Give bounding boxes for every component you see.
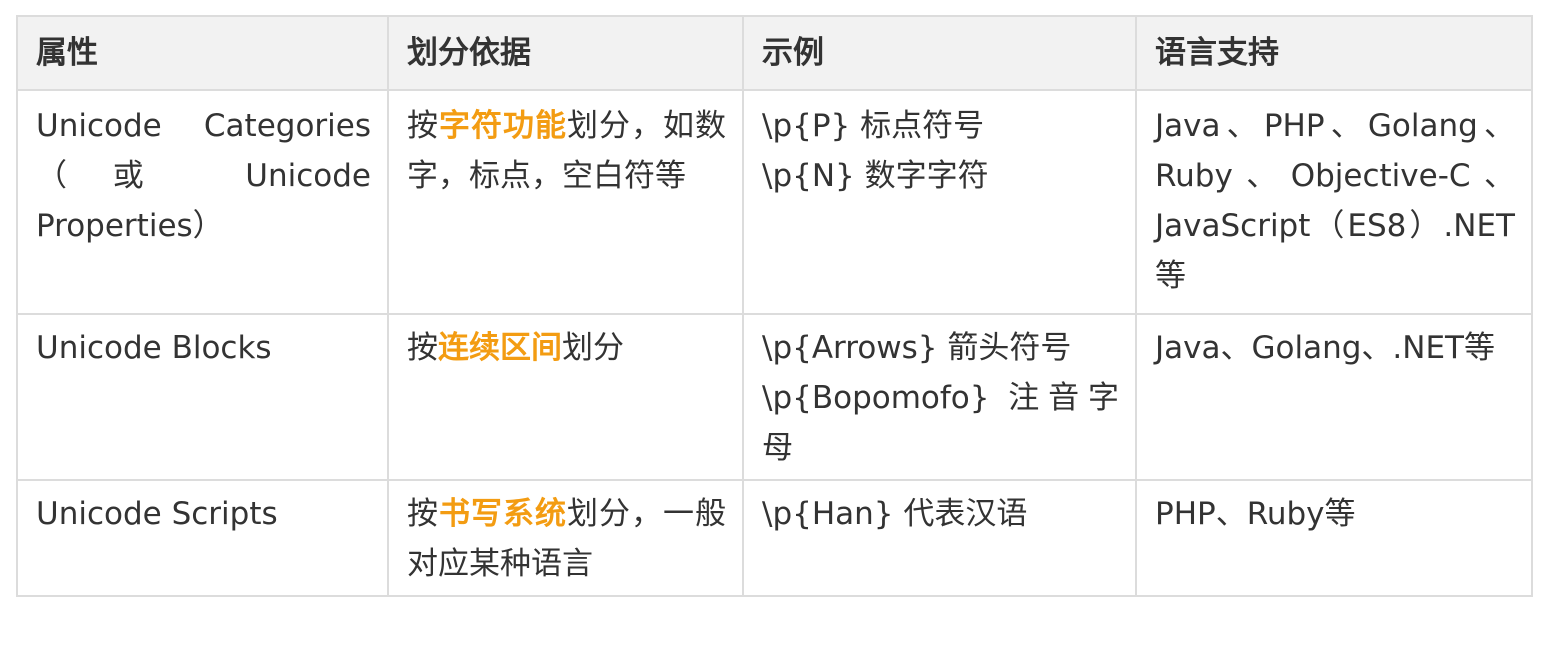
cell-basis: 按书写系统划分，一般对应某种语言 (387, 479, 744, 597)
example-line: \p{Bopomofo} 注音字母 (762, 380, 1119, 466)
header-language-support: 语言支持 (1135, 15, 1533, 91)
header-basis: 划分依据 (387, 15, 744, 91)
example-line: \p{Arrows} 箭头符号 (762, 330, 1072, 366)
basis-suffix: 划分 (562, 330, 624, 366)
cell-language-support: PHP、Ruby等 (1135, 479, 1533, 597)
basis-prefix: 按 (407, 496, 439, 532)
cell-language-support: Java、Golang、.NET等 (1135, 313, 1533, 481)
header-attribute: 属性 (16, 15, 389, 91)
cell-example: \p{Arrows} 箭头符号 \p{Bopomofo} 注音字母 (742, 313, 1137, 481)
basis-prefix: 按 (407, 108, 439, 144)
example-line: \p{N} 数字字符 (762, 158, 989, 194)
header-example: 示例 (742, 15, 1137, 91)
cell-basis: 按字符功能划分，如数字，标点，空白符等 (387, 89, 744, 315)
cell-basis: 按连续区间划分 (387, 313, 744, 481)
content-area: 属性 划分依据 示例 语言支持 Unicode Categories（或 Uni… (16, 15, 1533, 597)
example-line: \p{Han} 代表汉语 (762, 496, 1028, 532)
table-row: Unicode Blocks 按连续区间划分 \p{Arrows} 箭头符号 \… (16, 313, 1533, 481)
table-row: Unicode Scripts 按书写系统划分，一般对应某种语言 \p{Han}… (16, 479, 1533, 597)
cell-attribute: Unicode Blocks (16, 313, 389, 481)
unicode-property-table: 属性 划分依据 示例 语言支持 Unicode Categories（或 Uni… (16, 15, 1533, 597)
cell-example: \p{Han} 代表汉语 (742, 479, 1137, 597)
cell-attribute: Unicode Scripts (16, 479, 389, 597)
basis-highlight: 字符功能 (439, 108, 567, 144)
cell-example: \p{P} 标点符号 \p{N} 数字字符 (742, 89, 1137, 315)
table-header-row: 属性 划分依据 示例 语言支持 (16, 15, 1533, 91)
basis-prefix: 按 (407, 330, 438, 366)
table-row: Unicode Categories（或 Unicode Properties）… (16, 89, 1533, 315)
cell-language-support: Java、PHP、Golang、Ruby、Objective-C、JavaScr… (1135, 89, 1533, 315)
basis-highlight: 连续区间 (438, 330, 562, 366)
example-line: \p{P} 标点符号 (762, 108, 985, 144)
basis-highlight: 书写系统 (439, 496, 567, 532)
cell-attribute: Unicode Categories（或 Unicode Properties） (16, 89, 389, 315)
